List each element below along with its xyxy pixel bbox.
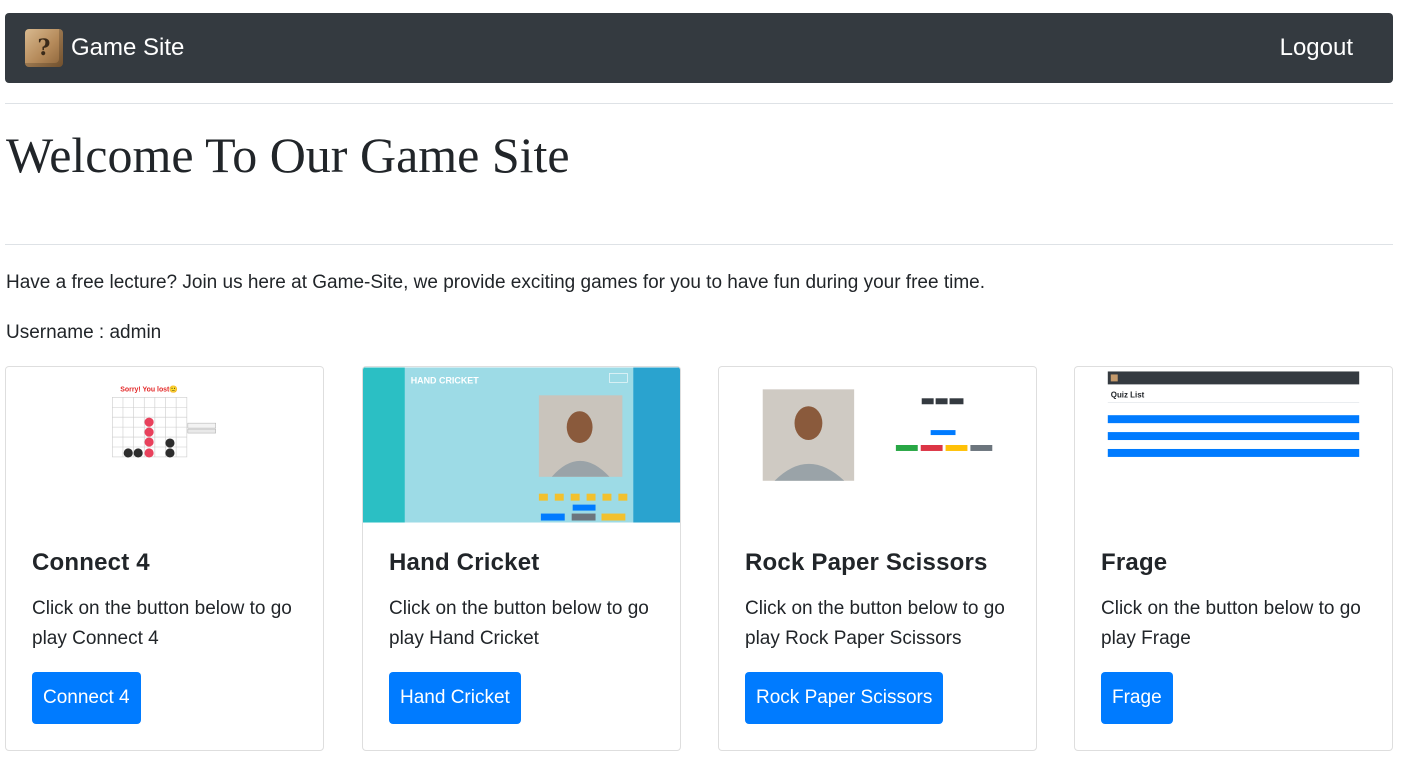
hand-cricket-button[interactable]: Hand Cricket xyxy=(389,672,521,724)
rps-button[interactable]: Rock Paper Scissors xyxy=(745,672,944,724)
connect4-preview-image: Sorry! You lost🙂 xyxy=(6,367,323,523)
divider-top xyxy=(5,103,1393,104)
card-title: Frage xyxy=(1101,549,1168,576)
card-title: Rock Paper Scissors xyxy=(745,549,988,576)
card-text: Click on the button below to go play Con… xyxy=(32,598,292,649)
logout-link[interactable]: Logout xyxy=(1280,34,1353,62)
card-title: Connect 4 xyxy=(32,549,150,576)
game-card-frage: Quiz List Frage Click on the button belo… xyxy=(1074,366,1393,751)
connect4-preview-message: Sorry! You lost🙂 xyxy=(120,384,178,393)
frage-preview-heading: Quiz List xyxy=(1111,390,1145,399)
frage-preview-image: Quiz List xyxy=(1075,367,1392,523)
card-text: Click on the button below to go play Fra… xyxy=(1101,598,1361,649)
card-title: Hand Cricket xyxy=(389,549,540,576)
frage-button[interactable]: Frage xyxy=(1101,672,1173,724)
rps-preview-image xyxy=(719,367,1036,523)
brand-name: Game Site xyxy=(71,34,185,61)
connect4-button[interactable]: Connect 4 xyxy=(32,672,141,724)
top-navbar: ? Game Site Logout xyxy=(5,13,1393,83)
card-text: Click on the button below to go play Han… xyxy=(389,598,649,649)
hand-cricket-preview-image: HAND CRICKET xyxy=(363,367,680,523)
game-card-hand-cricket: HAND CRICKET Hand Cricket Click on the b… xyxy=(362,366,681,751)
divider-bottom xyxy=(5,244,1393,245)
dice-logo-icon: ? xyxy=(25,29,63,67)
game-card-connect4: Sorry! You lost🙂 Connect 4 Click on the … xyxy=(5,366,324,751)
page-title: Welcome To Our Game Site xyxy=(6,127,570,183)
brand-link[interactable]: ? Game Site xyxy=(25,29,184,67)
game-card-rock-paper-scissors: Rock Paper Scissors Click on the button … xyxy=(718,366,1037,751)
hand-cricket-preview-title: HAND CRICKET xyxy=(411,375,480,385)
username-label: Username : admin xyxy=(6,322,162,343)
card-text: Click on the button below to go play Roc… xyxy=(745,598,1005,649)
intro-text: Have a free lecture? Join us here at Gam… xyxy=(6,272,986,293)
